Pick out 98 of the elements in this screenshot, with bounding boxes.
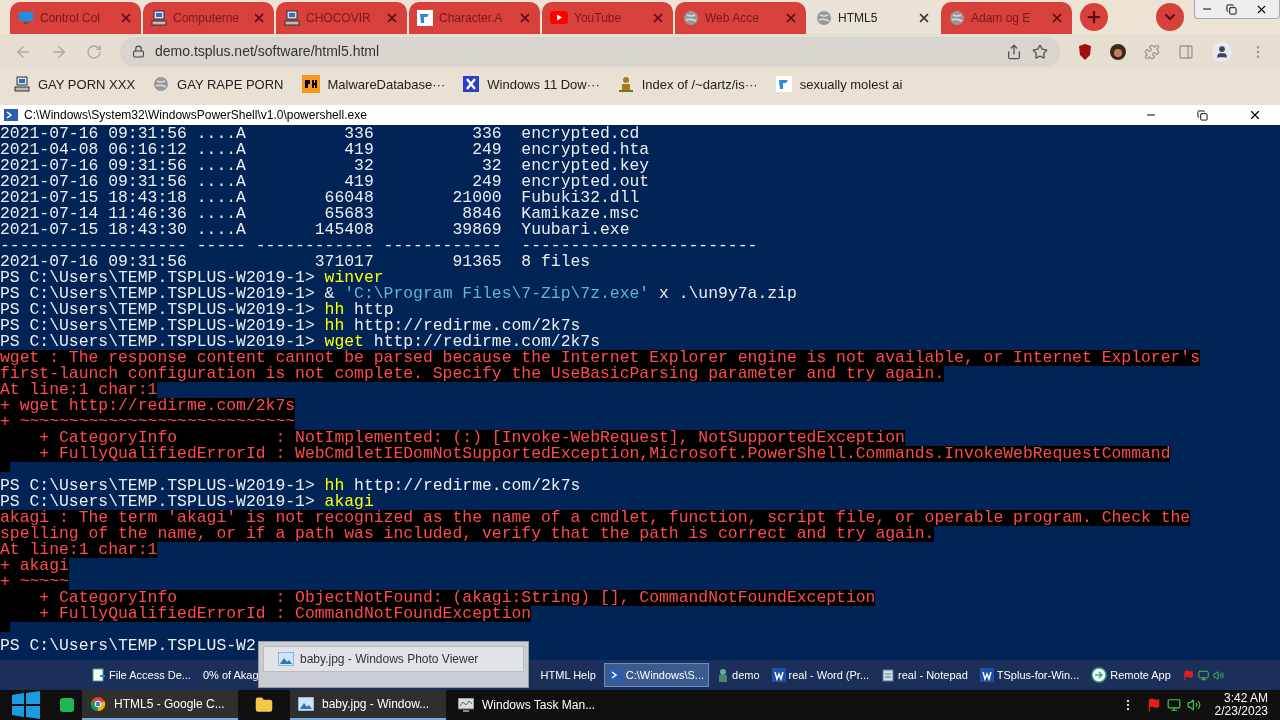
console-line: 2021-07-16 09:31:56 ....A 32 32 encrypted.key <box>0 158 650 175</box>
new-tab-button[interactable] <box>1080 2 1108 31</box>
tab-title: Computerne <box>173 9 240 27</box>
document-icon <box>771 668 786 683</box>
console-line: PS C:\Users\TEMP.TSPLUS-W2019-1> hh http <box>0 302 394 319</box>
bookmark-star-icon[interactable] <box>1032 43 1048 60</box>
computer-icon <box>284 9 300 26</box>
taskbar-button[interactable]: Windows Task Man... <box>450 690 606 720</box>
profile-icon[interactable] <box>1212 41 1232 62</box>
share-icon[interactable] <box>1006 43 1022 60</box>
taskbar-item[interactable]: File Access De... <box>88 663 195 688</box>
console-line: 2021-07-16 09:31:56 ....A 336 336 encrypted.cd <box>0 126 640 143</box>
person-icon <box>717 668 730 683</box>
restore-icon[interactable] <box>1197 109 1208 121</box>
tab-title: Web Acce <box>705 9 759 27</box>
clock-time[interactable]: 3:42 AM <box>1223 692 1268 705</box>
console-line: PS C:\Users\TEMP.TSPLUS-W2019-1> & 'C:\Program Files\7-Zip\7z.exe' x .\un9y7a.zip <box>0 286 797 303</box>
globe-icon <box>949 9 965 26</box>
console-line: ------------------- ----- ------------ ------------ ------------------------ <box>0 238 758 255</box>
console-line: PS C:\Users\TEMP.TSPLUS-W2019-1> wget http://redirme.com/2k7s <box>0 334 601 351</box>
window-title: C:\Windows\System32\WindowsPowerShell\v1.0\powershell.exe <box>24 107 367 125</box>
globe-icon <box>683 9 699 26</box>
tab-search-button[interactable] <box>1156 2 1184 31</box>
bookmark-item[interactable]: MalwareDatabase··· <box>301 74 446 94</box>
console-line: PS C:\Users\TEMP.TSPLUS-W2019-1> hh http://redirme.com/2k7s <box>0 318 581 335</box>
photo-viewer-icon <box>278 652 294 666</box>
bookmark-item[interactable]: GAY RAPE PORN <box>153 74 284 94</box>
browser-tab[interactable]: HTML5 <box>808 1 939 34</box>
tab-title: Control Col <box>40 9 101 27</box>
popup-item[interactable]: baby.jpg - Windows Photo Viewer <box>263 646 524 672</box>
taskbar-item[interactable]: HTML Help <box>536 663 600 688</box>
taskbar-button[interactable]: baby.jpg - Window... <box>290 690 446 720</box>
file-icon <box>92 668 106 683</box>
video-icon <box>550 11 568 25</box>
network-icon[interactable] <box>1198 668 1210 682</box>
terminal-icon <box>608 669 623 682</box>
tab-title: Adam og E <box>971 9 1031 27</box>
console-line: PS C:\Users\TEMP.TSPLUS-W2019-1> akagi <box>0 494 374 511</box>
console-line: 2021-07-15 18:43:30 ....A 145408 39869 Yuubari.exe <box>0 222 630 239</box>
tab-title: HTML5 <box>838 9 878 27</box>
taskbar-item[interactable]: real - Notepad <box>877 663 972 688</box>
bookmark-item[interactable]: Windows 11 Dow··· <box>463 74 600 94</box>
chrome-icon <box>90 696 106 712</box>
taskbar-item[interactable]: C:\Windows\S... <box>603 663 710 688</box>
computer-icon <box>151 9 167 26</box>
console-line: PS C:\Users\TEMP.TSPLUS-W2 <box>0 638 256 655</box>
restore-icon <box>1225 3 1237 15</box>
notepad-icon <box>881 668 896 683</box>
console-line: 2021-07-16 09:31:56 371017 91365 8 files <box>0 254 591 271</box>
shield-icon[interactable] <box>1078 43 1092 60</box>
volume-icon[interactable] <box>1186 698 1201 712</box>
address-bar[interactable]: demo.tsplus.net/software/html5.html <box>120 36 1060 67</box>
bookmark-item[interactable]: sexually molest ai <box>775 74 903 94</box>
taskbar-item[interactable]: Remote App <box>1087 663 1175 688</box>
user-icon <box>1215 44 1229 59</box>
tab-title: Character.A <box>439 9 503 27</box>
x-icon <box>463 76 480 93</box>
taskbar-button[interactable]: HTML5 - Google C... <box>82 690 238 720</box>
photo-viewer-icon <box>298 697 314 711</box>
avatar-icon[interactable] <box>1110 43 1126 60</box>
folder-icon <box>255 696 273 714</box>
taskbar-item[interactable]: demo <box>713 663 764 688</box>
flag-icon[interactable] <box>1146 698 1161 712</box>
console-line: PS C:\Users\TEMP.TSPLUS-W2019-1> hh http://redirme.com/2k7s <box>0 478 581 495</box>
tab-title: CHOCOVIR <box>306 9 371 27</box>
flag-icon[interactable] <box>1182 668 1195 682</box>
ph-icon <box>301 75 320 94</box>
app-icon[interactable] <box>60 698 74 712</box>
task-manager-icon <box>458 698 474 712</box>
bookmark-item[interactable]: Index of /~dartz/is··· <box>617 74 758 94</box>
console-line: 2021-07-14 11:46:36 ....A 65683 8846 Kamikaze.msc <box>0 206 640 223</box>
monitor-icon <box>18 9 34 26</box>
tile-icon <box>417 9 433 26</box>
globe-icon <box>153 76 170 93</box>
bookmark-item[interactable]: GAY PORN XXX <box>14 74 136 94</box>
console-line: 2021-07-16 09:31:56 ....A 419 249 encrypted.out <box>0 174 650 191</box>
extensions-icon[interactable] <box>1144 43 1160 60</box>
tab-title: YouTube <box>574 9 622 27</box>
taskbar-item[interactable]: real - Word (Pr... <box>767 663 874 688</box>
clock-date[interactable]: 2/23/2023 <box>1214 705 1268 718</box>
remote-icon <box>1091 667 1108 684</box>
url-text: demo.tsplus.net/software/html5.html <box>155 42 380 62</box>
network-icon[interactable] <box>1166 698 1181 712</box>
console-line: 2021-07-15 18:43:18 ....A 66048 21000 Fubuki32.dll <box>0 190 640 207</box>
console-line: 2021-04-08 06:16:12 ....A 419 249 encrypted.hta <box>0 142 650 159</box>
computer-icon <box>14 76 30 93</box>
cursor-block <box>0 622 10 633</box>
taskbar-item[interactable]: TSplus-for-Win... <box>975 663 1084 688</box>
people-icon <box>617 76 634 93</box>
windows-logo-icon[interactable] <box>10 691 42 719</box>
lock-icon <box>132 45 145 59</box>
cursor-block <box>0 462 10 473</box>
terminal-icon <box>4 109 18 122</box>
document-icon <box>979 668 994 683</box>
tile-icon <box>775 76 792 93</box>
volume-icon[interactable] <box>1213 668 1225 682</box>
console-line: PS C:\Users\TEMP.TSPLUS-W2019-1> winver <box>0 270 384 287</box>
globe-icon <box>816 9 832 26</box>
